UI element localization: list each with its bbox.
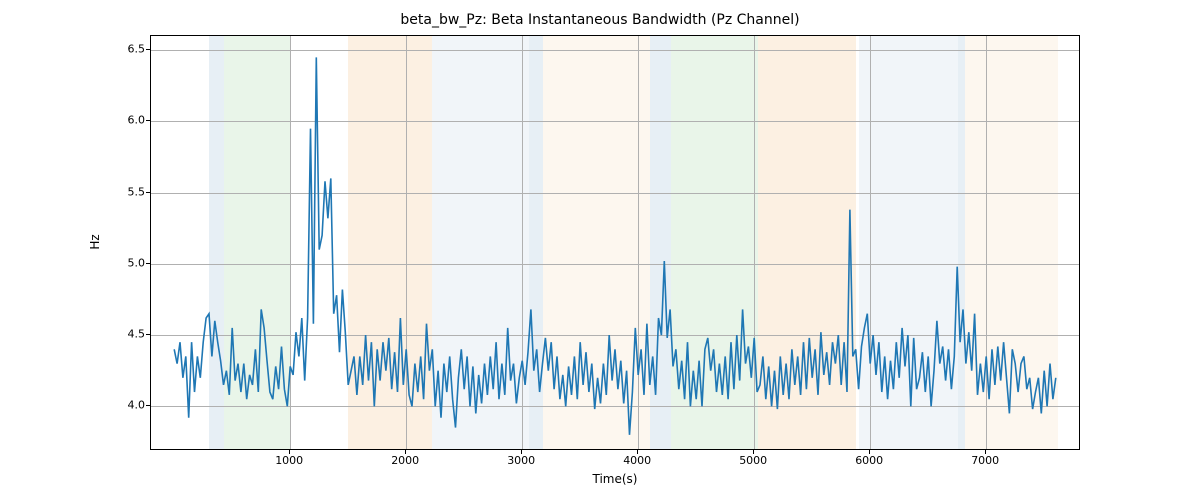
x-tick-label: 2000 xyxy=(391,454,419,467)
y-tick-label: 5.0 xyxy=(105,256,145,269)
x-axis-label: Time(s) xyxy=(593,472,638,486)
x-tick xyxy=(637,450,638,454)
x-tick xyxy=(869,450,870,454)
y-tick xyxy=(146,120,150,121)
y-tick-label: 6.0 xyxy=(105,114,145,127)
x-tick-label: 7000 xyxy=(971,454,999,467)
y-tick-label: 4.0 xyxy=(105,399,145,412)
x-tick xyxy=(289,450,290,454)
y-tick xyxy=(146,49,150,50)
x-tick-label: 4000 xyxy=(623,454,651,467)
x-tick xyxy=(521,450,522,454)
y-tick xyxy=(146,405,150,406)
series-line xyxy=(174,57,1056,434)
y-tick-label: 4.5 xyxy=(105,328,145,341)
y-tick xyxy=(146,192,150,193)
plot-area xyxy=(150,35,1080,450)
x-tick xyxy=(405,450,406,454)
figure: beta_bw_Pz: Beta Instantaneous Bandwidth… xyxy=(0,0,1200,500)
y-axis-label: Hz xyxy=(88,234,102,249)
x-tick xyxy=(753,450,754,454)
y-tick-label: 6.5 xyxy=(105,43,145,56)
line-series xyxy=(151,36,1079,449)
x-tick-label: 6000 xyxy=(855,454,883,467)
y-tick-label: 5.5 xyxy=(105,185,145,198)
x-tick-label: 5000 xyxy=(739,454,767,467)
x-tick xyxy=(985,450,986,454)
x-tick-label: 1000 xyxy=(275,454,303,467)
x-tick-label: 3000 xyxy=(507,454,535,467)
y-tick xyxy=(146,263,150,264)
y-tick xyxy=(146,334,150,335)
chart-title: beta_bw_Pz: Beta Instantaneous Bandwidth… xyxy=(0,12,1200,28)
